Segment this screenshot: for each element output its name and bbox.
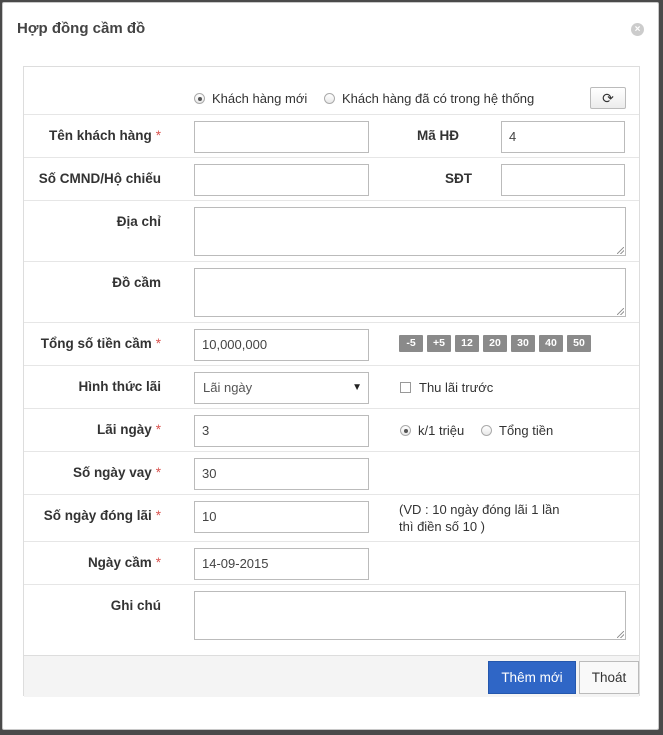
prepay-checkbox-label: Thu lãi trước xyxy=(419,380,494,395)
radio-total-amount[interactable]: Tổng tiền xyxy=(481,423,553,438)
quick-amount-plus5-button[interactable]: +5 xyxy=(427,335,451,352)
amount-row: Tổng số tiền cầm * 10,000,000 -5 +5 12 20… xyxy=(24,323,639,366)
quick-amount-12-button[interactable]: 12 xyxy=(455,335,479,352)
payment-days-hint-line2: thì điền số 10 ) xyxy=(399,519,485,534)
contract-code-input[interactable]: 4 xyxy=(501,121,625,153)
loan-days-label: Số ngày vay * xyxy=(73,465,161,480)
customer-name-row: Tên khách hàng * Mã HĐ 4 xyxy=(24,115,639,158)
quick-amount-20-button[interactable]: 20 xyxy=(483,335,507,352)
resize-grip-icon[interactable] xyxy=(617,631,624,638)
caret-down-icon: ▼ xyxy=(352,382,362,393)
radio-new-customer-indicator[interactable] xyxy=(194,93,205,104)
close-icon[interactable]: × xyxy=(631,23,644,36)
contract-form: Khách hàng mới Khách hàng đã có trong hệ… xyxy=(23,66,640,697)
required-marker: * xyxy=(155,508,161,523)
phone-input[interactable] xyxy=(501,164,625,196)
radio-existing-customer[interactable]: Khách hàng đã có trong hệ thống xyxy=(324,91,534,106)
required-marker: * xyxy=(155,336,161,351)
notes-row: Ghi chú xyxy=(24,585,639,655)
required-marker: * xyxy=(155,555,161,570)
required-marker: * xyxy=(155,422,161,437)
modal-header: Hợp đồng cầm đồ × xyxy=(3,3,658,59)
contract-code-label: Mã HĐ xyxy=(417,128,460,143)
daily-interest-label: Lãi ngày * xyxy=(97,422,161,437)
radio-new-customer[interactable]: Khách hàng mới xyxy=(194,91,307,106)
payment-days-row: Số ngày đóng lãi * 10 (VD : 10 ngày đóng … xyxy=(24,495,639,542)
modal-title: Hợp đồng cầm đồ xyxy=(17,20,146,37)
quick-amount-buttons: -5 +5 12 20 30 40 50 xyxy=(399,335,595,352)
prepay-checkbox-box[interactable] xyxy=(400,382,411,393)
address-row: Địa chỉ xyxy=(24,201,639,262)
notes-textarea[interactable] xyxy=(194,591,626,640)
payment-days-input[interactable]: 10 xyxy=(194,501,369,533)
item-label: Đồ cầm xyxy=(112,275,161,290)
id-number-label: Số CMND/Hộ chiếu xyxy=(38,171,161,186)
item-textarea[interactable] xyxy=(194,268,626,317)
quick-amount-minus5-button[interactable]: -5 xyxy=(399,335,423,352)
interest-type-select[interactable]: Lãi ngày ▼ xyxy=(194,372,369,404)
id-number-row: Số CMND/Hộ chiếu SĐT xyxy=(24,158,639,201)
id-number-input[interactable] xyxy=(194,164,369,196)
payment-days-label: Số ngày đóng lãi * xyxy=(44,508,161,523)
required-marker: * xyxy=(155,465,161,480)
daily-interest-input[interactable]: 3 xyxy=(194,415,369,447)
item-row: Đồ cầm xyxy=(24,262,639,323)
modal-footer: Thêm mới Thoát xyxy=(24,655,639,697)
address-textarea[interactable] xyxy=(194,207,626,256)
radio-per-million-indicator[interactable] xyxy=(400,425,411,436)
pawn-date-input[interactable]: 14-09-2015 xyxy=(194,548,369,580)
notes-label: Ghi chú xyxy=(110,598,161,613)
radio-existing-customer-indicator[interactable] xyxy=(324,93,335,104)
add-new-button[interactable]: Thêm mới xyxy=(488,661,576,694)
loan-days-row: Số ngày vay * 30 xyxy=(24,452,639,495)
pawn-contract-modal: Hợp đồng cầm đồ × Khách hàng mới Khách h… xyxy=(2,2,659,730)
customer-type-row: Khách hàng mới Khách hàng đã có trong hệ… xyxy=(24,67,639,115)
customer-name-input[interactable] xyxy=(194,121,369,153)
interest-type-label: Hình thức lãi xyxy=(78,379,161,394)
pawn-date-row: Ngày cầm * 14-09-2015 xyxy=(24,542,639,585)
interest-type-row: Hình thức lãi Lãi ngày ▼ Thu lãi trước xyxy=(24,366,639,409)
radio-per-million-label: k/1 triệu xyxy=(418,423,465,438)
quick-amount-50-button[interactable]: 50 xyxy=(567,335,591,352)
radio-new-customer-label: Khách hàng mới xyxy=(212,91,308,106)
radio-total-amount-indicator[interactable] xyxy=(481,425,492,436)
daily-interest-label-text: Lãi ngày xyxy=(96,422,152,437)
loan-days-label-text: Số ngày vay xyxy=(72,465,152,480)
interest-type-value: Lãi ngày xyxy=(203,380,253,395)
quick-amount-30-button[interactable]: 30 xyxy=(511,335,535,352)
loan-days-input[interactable]: 30 xyxy=(194,458,369,490)
radio-total-amount-label: Tổng tiền xyxy=(499,423,554,438)
pawn-date-label-text: Ngày cầm xyxy=(87,555,152,570)
radio-existing-customer-label: Khách hàng đã có trong hệ thống xyxy=(342,91,535,106)
payment-days-hint-line1: (VD : 10 ngày đóng lãi 1 lần xyxy=(399,502,560,517)
pawn-date-label: Ngày cầm * xyxy=(88,555,161,570)
phone-label: SĐT xyxy=(445,171,472,186)
amount-label: Tổng số tiền cầm * xyxy=(41,336,161,351)
radio-per-million[interactable]: k/1 triệu xyxy=(400,423,464,438)
payment-days-label-text: Số ngày đóng lãi xyxy=(43,508,152,523)
payment-days-hint: (VD : 10 ngày đóng lãi 1 lần thì điền số… xyxy=(399,501,559,535)
address-label: Địa chỉ xyxy=(116,214,161,229)
customer-name-label-text: Tên khách hàng xyxy=(48,128,152,143)
exit-button[interactable]: Thoát xyxy=(579,661,639,694)
resize-grip-icon[interactable] xyxy=(617,247,624,254)
resize-grip-icon[interactable] xyxy=(617,308,624,315)
required-marker: * xyxy=(155,128,161,143)
daily-interest-row: Lãi ngày * 3 k/1 triệu Tổng tiền xyxy=(24,409,639,452)
prepay-checkbox[interactable]: Thu lãi trước xyxy=(400,380,493,395)
amount-label-text: Tổng số tiền cầm xyxy=(40,336,152,351)
quick-amount-40-button[interactable]: 40 xyxy=(539,335,563,352)
refresh-icon[interactable]: ⟳ xyxy=(590,87,626,109)
customer-name-label: Tên khách hàng * xyxy=(49,128,161,143)
amount-input[interactable]: 10,000,000 xyxy=(194,329,369,361)
